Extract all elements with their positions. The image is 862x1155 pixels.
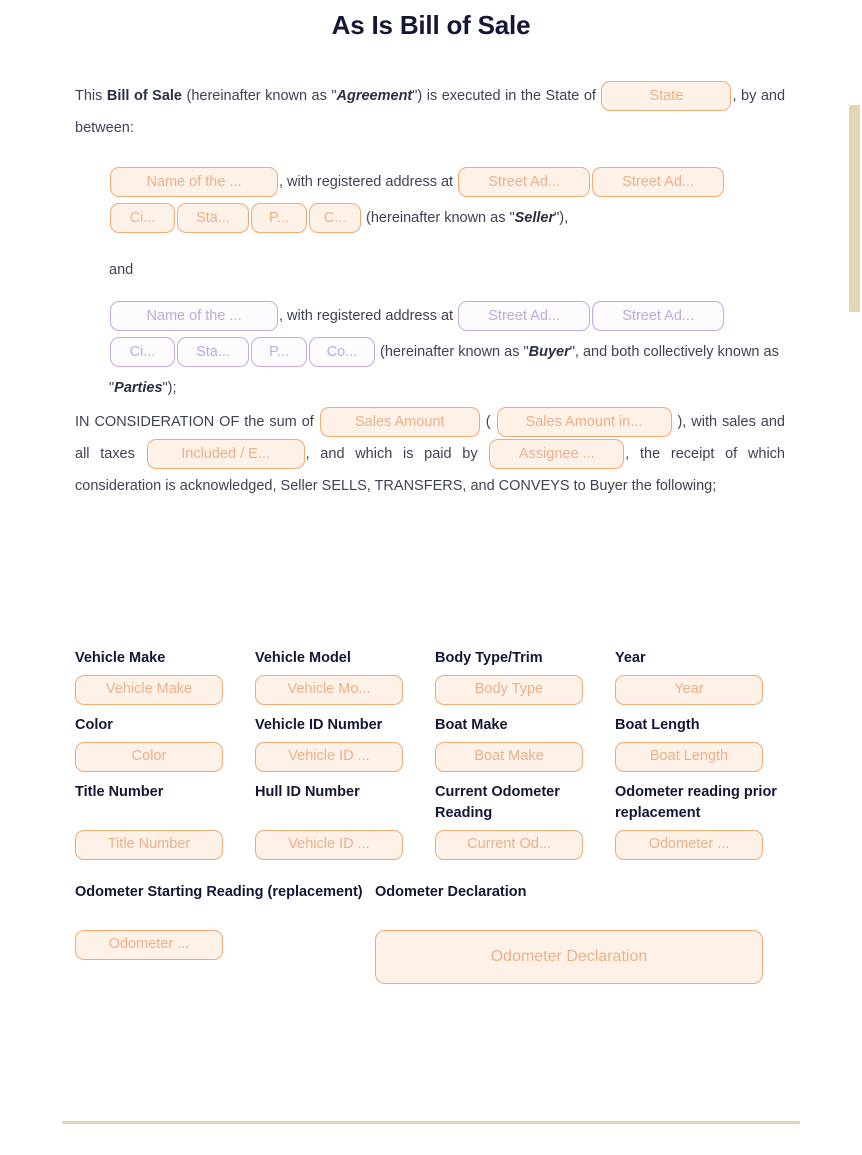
label-body-type: Body Type/Trim xyxy=(435,650,543,666)
label-boat-length: Boat Length xyxy=(615,717,700,733)
input-vehicle-id-number[interactable]: Vehicle ID ... xyxy=(255,742,403,772)
field-cell-title-number: Title Number Title Number xyxy=(75,782,255,860)
buyer-tail-close: "); xyxy=(162,380,177,396)
buyer-postal-input[interactable]: P... xyxy=(251,337,307,368)
field-cell-boat-length: Boat Length Boat Length xyxy=(615,715,795,772)
seller-tail-open: (hereinafter known as " xyxy=(362,210,515,226)
field-cell-odometer-declaration: Odometer Declaration Odometer Declaratio… xyxy=(375,882,795,984)
scrollbar[interactable] xyxy=(848,0,862,1155)
vehicle-details-row-4: Odometer Starting Reading (replacement) … xyxy=(75,882,795,984)
consideration-paragraph: IN CONSIDERATION OF the sum of Sales Amo… xyxy=(75,406,785,502)
input-hull-id-number[interactable]: Vehicle ID ... xyxy=(255,830,403,860)
seller-term: Seller xyxy=(514,210,555,226)
buyer-address-text: , with registered address at xyxy=(279,308,458,324)
input-body-type[interactable]: Body Type xyxy=(435,675,583,705)
input-odometer-starting[interactable]: Odometer ... xyxy=(75,930,223,960)
buyer-street2-input[interactable]: Street Ad... xyxy=(592,301,725,332)
label-color: Color xyxy=(75,717,113,733)
consideration-text-2: ( xyxy=(480,414,496,430)
consideration-text-1: IN CONSIDERATION OF the sum of xyxy=(75,414,319,430)
label-boat-make: Boat Make xyxy=(435,717,508,733)
buyer-state-input[interactable]: Sta... xyxy=(177,337,249,368)
input-odometer-declaration[interactable]: Odometer Declaration xyxy=(375,930,763,984)
buyer-city-input[interactable]: Ci... xyxy=(110,337,175,368)
page-title: As Is Bill of Sale xyxy=(331,10,531,40)
field-cell-vehicle-model: Vehicle Model Vehicle Mo... xyxy=(255,648,435,705)
buyer-block: Name of the ..., with registered address… xyxy=(75,298,785,406)
seller-address-text: , with registered address at xyxy=(279,174,458,190)
field-cell-vehicle-make: Vehicle Make Vehicle Make xyxy=(75,648,255,705)
and-separator: and xyxy=(109,262,134,278)
seller-line-2: Ci... Sta... P... C... (hereinafter known a… xyxy=(109,200,785,236)
buyer-line-2: Ci... Sta... P... Co... (hereinafter known … xyxy=(109,334,785,406)
label-year: Year xyxy=(615,650,646,666)
document-body: This Bill of Sale (hereinafter known as … xyxy=(75,80,785,502)
vehicle-details-row-1: Vehicle Make Vehicle Make Vehicle Model … xyxy=(75,648,795,705)
vehicle-details-row-3: Title Number Title Number Hull ID Number… xyxy=(75,782,795,860)
seller-name-input[interactable]: Name of the ... xyxy=(110,167,278,198)
seller-tail-close: "), xyxy=(554,210,569,226)
assignee-input[interactable]: Assignee ... xyxy=(489,439,625,470)
scrollbar-thumb[interactable] xyxy=(849,105,860,312)
seller-block: Name of the ..., with registered address… xyxy=(75,164,785,236)
label-vehicle-model: Vehicle Model xyxy=(255,650,351,666)
seller-street2-input[interactable]: Street Ad... xyxy=(592,167,725,198)
label-vehicle-make: Vehicle Make xyxy=(75,650,166,666)
agreement-term: Agreement xyxy=(336,88,413,104)
field-cell-hull-id-number: Hull ID Number Vehicle ID ... xyxy=(255,782,435,860)
buyer-line-1: Name of the ..., with registered address… xyxy=(109,298,785,334)
field-cell-year: Year Year xyxy=(615,648,795,705)
intro-text-2: (hereinafter known as " xyxy=(181,88,337,104)
field-cell-color: Color Color xyxy=(75,715,255,772)
input-odometer-prior[interactable]: Odometer ... xyxy=(615,830,763,860)
label-odometer-prior: Odometer reading prior replacement xyxy=(615,784,777,821)
bill-of-sale-term: Bill of Sale xyxy=(106,88,182,104)
seller-street1-input[interactable]: Street Ad... xyxy=(458,167,591,198)
document-page: As Is Bill of Sale This Bill of Sale (he… xyxy=(0,0,862,1155)
seller-country-input[interactable]: C... xyxy=(309,203,361,234)
taxes-included-input[interactable]: Included / E... xyxy=(146,439,305,470)
input-vehicle-make[interactable]: Vehicle Make xyxy=(75,675,223,705)
label-odometer-starting: Odometer Starting Reading (replacement) xyxy=(75,884,363,900)
input-vehicle-model[interactable]: Vehicle Mo... xyxy=(255,675,403,705)
input-title-number[interactable]: Title Number xyxy=(75,830,223,860)
seller-line-1: Name of the ..., with registered address… xyxy=(109,164,785,200)
label-current-odometer: Current Odometer Reading xyxy=(435,784,560,821)
input-boat-length[interactable]: Boat Length xyxy=(615,742,763,772)
state-input[interactable]: State xyxy=(601,81,732,112)
input-boat-make[interactable]: Boat Make xyxy=(435,742,583,772)
buyer-street1-input[interactable]: Street Ad... xyxy=(458,301,591,332)
buyer-tail-open: (hereinafter known as " xyxy=(376,344,529,360)
buyer-name-input[interactable]: Name of the ... xyxy=(110,301,278,332)
bottom-divider xyxy=(62,1121,800,1124)
consideration-text-4: , and which is paid by xyxy=(305,446,489,462)
field-cell-boat-make: Boat Make Boat Make xyxy=(435,715,615,772)
intro-paragraph: This Bill of Sale (hereinafter known as … xyxy=(75,80,785,144)
sales-amount-words-input[interactable]: Sales Amount in... xyxy=(496,407,672,438)
input-current-odometer[interactable]: Current Od... xyxy=(435,830,583,860)
field-cell-odometer-prior: Odometer reading prior replacement Odome… xyxy=(615,782,795,860)
field-cell-vehicle-id-number: Vehicle ID Number Vehicle ID ... xyxy=(255,715,435,772)
field-cell-current-odometer: Current Odometer Reading Current Od... xyxy=(435,782,615,860)
intro-text-1: This xyxy=(75,88,107,104)
input-color[interactable]: Color xyxy=(75,742,223,772)
seller-city-input[interactable]: Ci... xyxy=(110,203,175,234)
vehicle-details-row-2: Color Color Vehicle ID Number Vehicle ID… xyxy=(75,715,795,772)
label-title-number: Title Number xyxy=(75,784,164,800)
label-odometer-declaration: Odometer Declaration xyxy=(375,884,527,900)
field-cell-body-type: Body Type/Trim Body Type xyxy=(435,648,615,705)
sales-amount-input[interactable]: Sales Amount xyxy=(319,407,480,438)
field-cell-odometer-starting: Odometer Starting Reading (replacement) … xyxy=(75,882,375,984)
parties-term: Parties xyxy=(114,380,163,396)
intro-text-3: ") is executed in the State of xyxy=(412,88,601,104)
seller-postal-input[interactable]: P... xyxy=(251,203,307,234)
vehicle-details-grid: Vehicle Make Vehicle Make Vehicle Model … xyxy=(75,648,795,994)
input-year[interactable]: Year xyxy=(615,675,763,705)
label-hull-id-number: Hull ID Number xyxy=(255,784,360,800)
label-vehicle-id-number: Vehicle ID Number xyxy=(255,717,383,733)
seller-state-input[interactable]: Sta... xyxy=(177,203,249,234)
buyer-term: Buyer xyxy=(528,344,570,360)
buyer-country-input[interactable]: Co... xyxy=(309,337,375,368)
